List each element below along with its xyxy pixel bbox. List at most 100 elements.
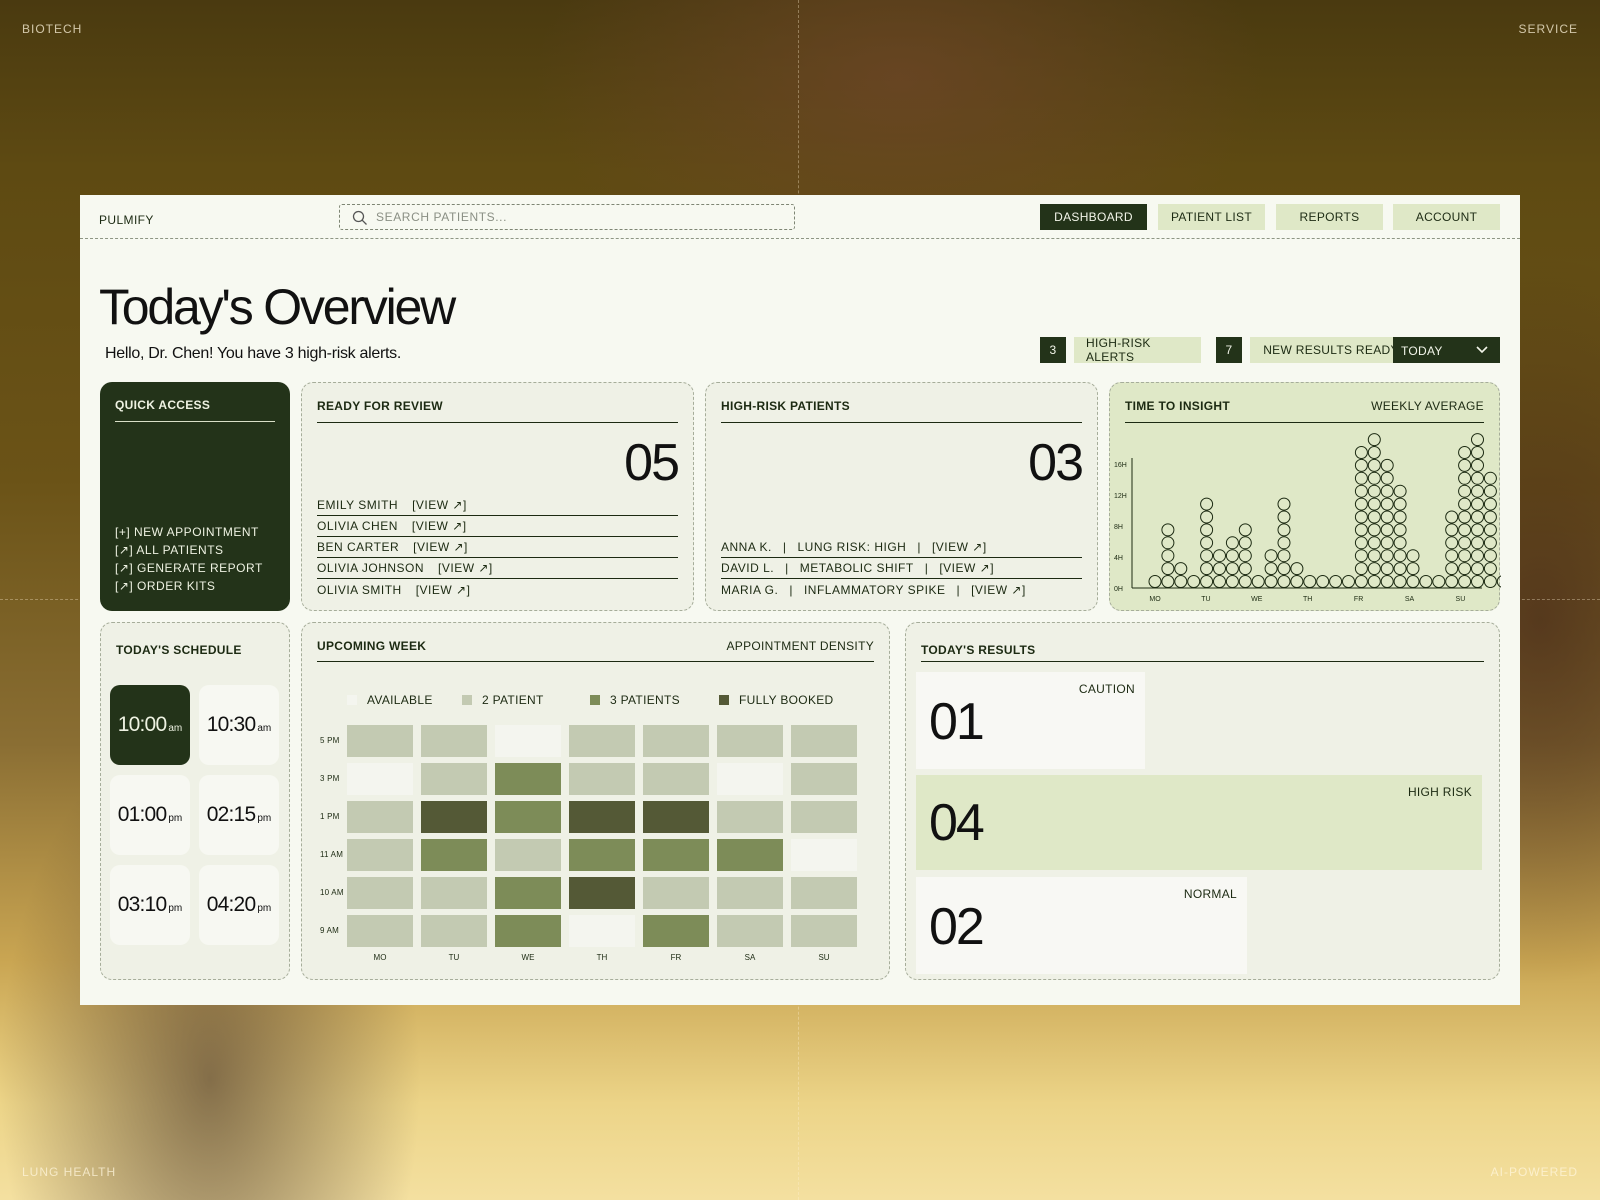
result-high-risk[interactable]: 04 HIGH RISK: [916, 775, 1482, 870]
heatmap-cell[interactable]: [495, 839, 561, 871]
heatmap-cell[interactable]: [421, 801, 487, 833]
slot-ampm: pm: [168, 812, 183, 824]
heatmap-cell[interactable]: [643, 801, 709, 833]
insight-dot: [1380, 562, 1394, 576]
heatmap-cell[interactable]: [495, 877, 561, 909]
nav-dashboard[interactable]: DASHBOARD: [1040, 204, 1147, 230]
result-normal[interactable]: 02 NORMAL: [916, 877, 1247, 974]
heatmap-cell[interactable]: [791, 725, 857, 757]
all-patients-link[interactable]: [↗] ALL PATIENTS: [115, 543, 224, 557]
high-risk-alerts-stat[interactable]: 3 HIGH-RISK ALERTS: [1040, 336, 1201, 364]
heatmap-cell[interactable]: [421, 915, 487, 947]
brand-logo[interactable]: PULMIFY: [99, 213, 154, 227]
time-slot[interactable]: 03:10 pm: [110, 865, 190, 945]
insight-dot: [1432, 575, 1446, 588]
time-slot[interactable]: 01:00 pm: [110, 775, 190, 855]
heatmap-cell[interactable]: [421, 877, 487, 909]
view-link[interactable]: [VIEW ↗]: [412, 498, 467, 512]
nav-patient-list[interactable]: PATIENT LIST: [1158, 204, 1265, 230]
heatmap-cell[interactable]: [717, 839, 783, 871]
heatmap-cell[interactable]: [643, 877, 709, 909]
slot-time: 01:00: [117, 803, 167, 826]
view-link[interactable]: [VIEW ↗]: [932, 540, 987, 554]
view-link[interactable]: [VIEW ↗]: [438, 561, 493, 575]
heatmap-cell[interactable]: [495, 915, 561, 947]
view-link[interactable]: [VIEW ↗]: [971, 583, 1026, 597]
time-slot[interactable]: 10:30 am: [199, 685, 279, 765]
insight-dot: [1496, 575, 1501, 588]
heatmap-cell[interactable]: [495, 763, 561, 795]
heatmap-cell[interactable]: [791, 877, 857, 909]
new-appointment-link[interactable]: [+] NEW APPOINTMENT: [115, 525, 259, 539]
high-risk-row: DAVID L. | METABOLIC SHIFT | [VIEW ↗]: [721, 558, 1082, 579]
heatmap-cell[interactable]: [421, 763, 487, 795]
nav-reports[interactable]: REPORTS: [1276, 204, 1383, 230]
result-caution[interactable]: 01 CAUTION: [916, 672, 1145, 769]
insight-dot: [1483, 510, 1497, 524]
heatmap-cell[interactable]: [717, 801, 783, 833]
heatmap-cell[interactable]: [569, 801, 635, 833]
insight-dot: [1458, 510, 1472, 524]
separator: |: [917, 540, 921, 554]
divider: [115, 421, 275, 422]
time-slot[interactable]: 10:00 am: [110, 685, 190, 765]
heatmap-cell[interactable]: [421, 839, 487, 871]
heatmap-cell[interactable]: [347, 763, 413, 795]
heatmap-cell[interactable]: [791, 839, 857, 871]
insight-dot: [1161, 562, 1175, 576]
time-slot[interactable]: 04:20 pm: [199, 865, 279, 945]
heatmap-cell[interactable]: [791, 915, 857, 947]
heatmap-cell[interactable]: [569, 877, 635, 909]
insight-dot: [1393, 575, 1407, 588]
heatmap-cell[interactable]: [791, 801, 857, 833]
heatmap-cell[interactable]: [717, 763, 783, 795]
heatmap-cell[interactable]: [347, 915, 413, 947]
review-row: EMILY SMITH [VIEW ↗]: [317, 495, 678, 516]
insight-dot: [1380, 523, 1394, 537]
insight-dot: [1471, 549, 1484, 563]
heatmap-cell[interactable]: [717, 725, 783, 757]
heatmap-cell[interactable]: [421, 725, 487, 757]
heatmap-cell[interactable]: [495, 801, 561, 833]
heatmap-cell[interactable]: [569, 839, 635, 871]
patient-name: MARIA G.: [721, 582, 779, 597]
view-link[interactable]: [VIEW ↗]: [412, 519, 467, 533]
heatmap-cell[interactable]: [643, 763, 709, 795]
view-link[interactable]: [VIEW ↗]: [413, 540, 468, 554]
generate-report-link[interactable]: [↗] GENERATE REPORT: [115, 561, 263, 575]
divider: [317, 661, 874, 662]
new-results-stat[interactable]: 7 NEW RESULTS READY: [1216, 337, 1412, 363]
heatmap-cell[interactable]: [347, 839, 413, 871]
search-box[interactable]: [339, 204, 795, 230]
heatmap-cell[interactable]: [643, 725, 709, 757]
order-kits-link[interactable]: [↗] ORDER KITS: [115, 579, 215, 593]
x-tick-label: TH: [1303, 596, 1312, 603]
insight-dot: [1367, 510, 1381, 524]
high-risk-title: HIGH-RISK PATIENTS: [721, 399, 850, 413]
heatmap-cell[interactable]: [717, 877, 783, 909]
time-slot[interactable]: 02:15 pm: [199, 775, 279, 855]
search-input[interactable]: [376, 208, 776, 226]
date-range-dropdown[interactable]: TODAY: [1393, 337, 1500, 363]
view-link[interactable]: [VIEW ↗]: [416, 583, 471, 597]
heatmap-cell[interactable]: [569, 915, 635, 947]
legend-swatch: [462, 695, 472, 705]
heatmap-cell[interactable]: [347, 877, 413, 909]
nav-account[interactable]: ACCOUNT: [1393, 204, 1500, 230]
insight-dot: [1471, 510, 1484, 524]
heatmap-cell[interactable]: [495, 725, 561, 757]
heatmap-cell[interactable]: [643, 839, 709, 871]
view-link[interactable]: [VIEW ↗]: [939, 561, 994, 575]
heatmap-cell[interactable]: [347, 801, 413, 833]
heatmap-col-label: TU: [448, 953, 460, 962]
heatmap-cell[interactable]: [717, 915, 783, 947]
insight-dot: [1393, 562, 1407, 576]
review-count: 05: [624, 434, 680, 492]
heatmap-cell[interactable]: [347, 725, 413, 757]
insight-dot: [1471, 523, 1484, 537]
heatmap-cell[interactable]: [643, 915, 709, 947]
schedule-title: TODAY'S SCHEDULE: [116, 643, 242, 657]
heatmap-cell[interactable]: [569, 725, 635, 757]
heatmap-cell[interactable]: [569, 763, 635, 795]
heatmap-cell[interactable]: [791, 763, 857, 795]
